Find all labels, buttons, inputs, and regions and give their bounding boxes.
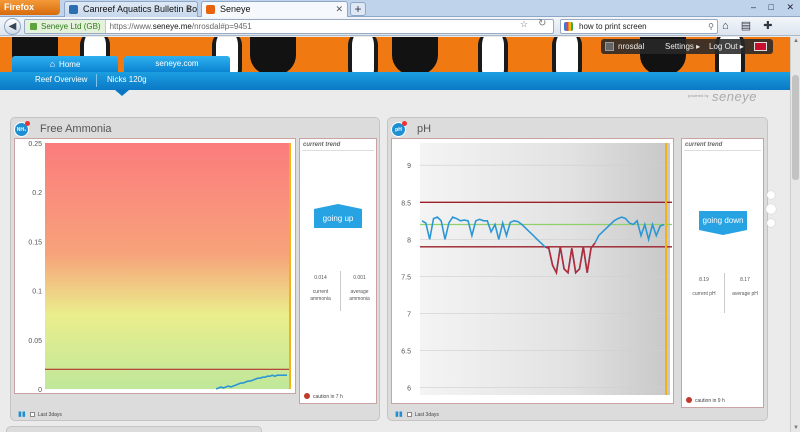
trend-header: current trend: [303, 142, 341, 148]
carousel-dot[interactable]: [767, 191, 775, 199]
y-tick-label: 7.5: [401, 274, 411, 281]
tab-seneye[interactable]: Seneye ✕: [201, 1, 348, 17]
bookmark-star-icon[interactable]: ☆: [520, 19, 528, 30]
ammonia-chart[interactable]: 0 0.05 0.1 0.15 0.2 0.25: [14, 138, 296, 394]
y-tick-label: 0.25: [28, 141, 42, 148]
ph-trend-box: current trend going down 8.19 current pH …: [681, 138, 764, 408]
addons-icon[interactable]: ✚: [763, 20, 772, 32]
y-tick-label: 0: [38, 387, 42, 393]
settings-link[interactable]: Settings ▸: [665, 39, 700, 54]
subnav-nicks-120g[interactable]: Nicks 120g: [107, 75, 147, 84]
reload-icon[interactable]: ↻: [538, 18, 546, 29]
tab-home[interactable]: ⌂ Home: [12, 56, 118, 72]
browser-nav-bar: ◀ Seneye Ltd (GB) https://www.seneye.me/n…: [0, 17, 800, 36]
y-tick-label: 9: [407, 163, 411, 170]
browser-tab-bar: Firefox Canreef Aquatics Bulletin Board …: [0, 0, 800, 17]
panel-title: Free Ammonia: [40, 123, 112, 135]
close-tab-icon[interactable]: ✕: [335, 2, 343, 17]
y-tick-label: 0.1: [32, 289, 42, 296]
trend-going-down-arrow: going down: [699, 211, 747, 235]
window-controls: – □ ✕: [741, 2, 794, 13]
panel-title: pH: [417, 123, 432, 135]
new-tab-button[interactable]: +: [350, 2, 366, 16]
ph-chart[interactable]: 6 6.5 7 7.5 8 8.5 9: [391, 138, 674, 404]
active-subnav-indicator: [115, 90, 129, 96]
tab-seneye-com[interactable]: seneye.com: [124, 56, 230, 72]
ph-plot-area: [420, 143, 670, 395]
ammonia-chart-svg: 0 0.05 0.1 0.15 0.2 0.25: [28, 141, 291, 394]
ph-chart-svg: 6 6.5 7 7.5 8 8.5 9: [401, 143, 672, 395]
tab-canreef[interactable]: Canreef Aquatics Bulletin Board - Rep...…: [64, 1, 198, 17]
subnav-reef-overview[interactable]: Reef Overview: [35, 75, 87, 84]
maximize-button[interactable]: □: [769, 2, 774, 12]
chart-icon[interactable]: ▮▮: [395, 411, 403, 418]
y-tick-label: 6: [407, 386, 411, 393]
trend-header: current trend: [685, 142, 723, 148]
panel-footer: ▮▮ Last 3days: [395, 411, 439, 418]
chart-icon[interactable]: ▮▮: [18, 411, 26, 418]
y-tick-label: 0.2: [32, 190, 42, 197]
y-tick-label: 7: [407, 311, 411, 318]
seneye-favicon-icon: [206, 5, 215, 14]
home-icon: ⌂: [49, 59, 56, 69]
average-ph-stat: 8.17 average pH: [732, 277, 758, 297]
user-menu: nrosdal Settings ▸ Log Out ▸: [601, 39, 773, 54]
y-tick-label: 0.05: [28, 338, 42, 345]
average-ammonia-stat: 0.001 average ammonia: [349, 275, 370, 302]
site-identity-badge[interactable]: Seneye Ltd (GB): [25, 20, 106, 33]
carousel-dot-active[interactable]: [766, 204, 776, 214]
url-text: https://www.seneye.me/nrosdal#p=9451: [109, 22, 252, 31]
ph-badge-icon: pH: [391, 121, 407, 137]
close-window-button[interactable]: ✕: [786, 2, 794, 12]
ammonia-trend-box: current trend going up 0.014 current ammo…: [299, 138, 377, 404]
back-button[interactable]: ◀: [4, 18, 21, 35]
trend-going-up-arrow: going up: [314, 204, 362, 228]
scroll-down-icon[interactable]: ▼: [791, 425, 800, 431]
avatar: [605, 42, 614, 51]
page-scrollbar[interactable]: ▲ ▼: [790, 37, 800, 432]
seneye-logo: seneye: [712, 89, 757, 104]
search-input[interactable]: how to print screen ⚲: [560, 19, 718, 34]
y-tick-label: 6.5: [401, 349, 411, 356]
caution-indicator: caution in 9 h: [686, 397, 725, 405]
current-ph-stat: 8.19 current pH: [692, 277, 716, 297]
y-tick-label: 8: [407, 237, 411, 244]
uk-flag-icon[interactable]: [754, 42, 767, 51]
search-icon[interactable]: ⚲: [708, 20, 714, 33]
bookmarks-icon[interactable]: ▤: [741, 20, 751, 32]
toolbar-icons: ⌂ ▤ ✚: [722, 19, 781, 32]
ammonia-badge-icon: NH₃: [14, 121, 30, 137]
google-icon: [564, 22, 573, 31]
panel-footer: ▮▮ Last 3days: [18, 411, 62, 418]
ammonia-panel: NH₃ Free Ammonia 0 0.05 0.1 0.15 0.2 0.25: [10, 117, 380, 421]
powered-by-label: powered by: [688, 93, 709, 98]
address-bar[interactable]: Seneye Ltd (GB) https://www.seneye.me/nro…: [24, 19, 554, 34]
firefox-menu-button[interactable]: Firefox: [0, 0, 60, 15]
carousel-dot[interactable]: [767, 219, 775, 227]
tab-title: Seneye: [220, 4, 251, 14]
canreef-favicon-icon: [69, 5, 78, 14]
logout-link[interactable]: Log Out ▸: [709, 39, 744, 54]
last-3days-checkbox[interactable]: [29, 412, 35, 417]
y-tick-label: 8.5: [401, 200, 411, 207]
seneye-page: nrosdal Settings ▸ Log Out ▸ ⌂ Home seney…: [0, 37, 800, 432]
home-icon[interactable]: ⌂: [722, 20, 729, 32]
scrollbar-thumb[interactable]: [792, 75, 799, 180]
current-ammonia-stat: 0.014 current ammonia: [310, 275, 331, 302]
ammonia-plot-area: [45, 143, 289, 389]
username[interactable]: nrosdal: [618, 39, 644, 54]
caution-indicator: caution in 7 h: [304, 393, 343, 401]
carousel-dots: [766, 191, 776, 232]
y-tick-label: 0.15: [28, 239, 42, 246]
minimize-button[interactable]: –: [751, 2, 756, 12]
last-3days-checkbox[interactable]: [406, 412, 412, 417]
scroll-up-icon[interactable]: ▲: [791, 38, 800, 44]
ph-panel: pH pH 6 6.5 7 7.5 8 8.5 9 current trend …: [387, 117, 768, 421]
tab-title: Canreef Aquatics Bulletin Board - Rep...: [83, 4, 198, 14]
close-tab-icon[interactable]: ✕: [185, 2, 193, 17]
next-panel-edge: [6, 426, 262, 432]
